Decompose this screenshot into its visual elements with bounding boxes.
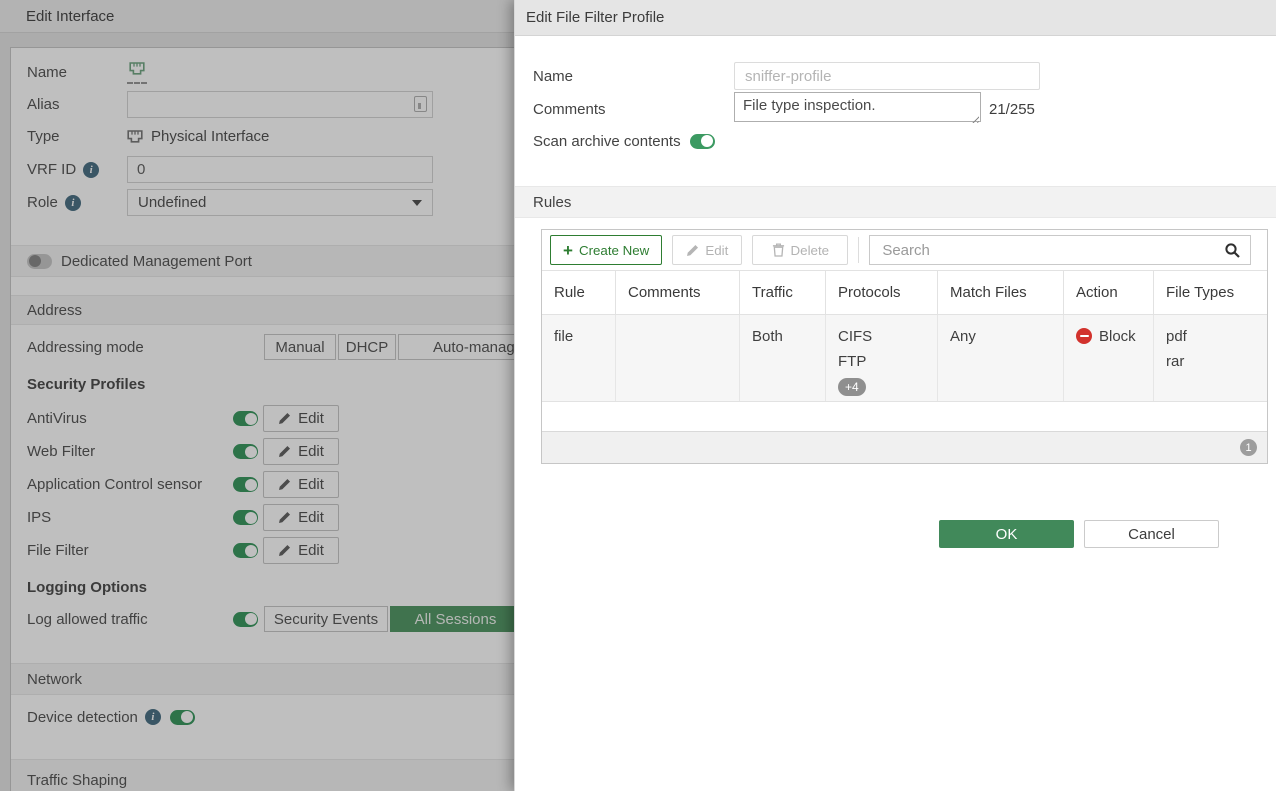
edit-button[interactable]: Edit xyxy=(672,235,742,265)
cell-action: Block xyxy=(1064,315,1154,401)
profile-name-row: Name xyxy=(533,62,1276,90)
col-header-comments[interactable]: Comments xyxy=(616,271,740,314)
cell-match-files: Any xyxy=(938,315,1064,401)
create-new-button[interactable]: Create New xyxy=(550,235,662,265)
col-header-traffic[interactable]: Traffic xyxy=(740,271,826,314)
cell-traffic: Both xyxy=(740,315,826,401)
scan-archive-row: Scan archive contents xyxy=(533,127,1276,155)
cell-protocols: CIFS FTP +4 xyxy=(826,315,938,401)
toolbar-divider xyxy=(858,237,859,263)
block-icon xyxy=(1076,328,1092,344)
file-type-item: pdf xyxy=(1166,324,1255,349)
delete-label: Delete xyxy=(791,243,830,258)
rules-heading: Rules xyxy=(533,194,571,211)
rules-toolbar: Create New Edit Delete xyxy=(542,230,1267,270)
screen: Edit Interface Name Alias Type Physical … xyxy=(0,0,1276,791)
cell-comments xyxy=(616,315,740,401)
col-header-action[interactable]: Action xyxy=(1064,271,1154,314)
pencil-icon xyxy=(686,244,699,257)
scan-archive-label: Scan archive contents xyxy=(533,133,681,150)
rules-section-band: Rules xyxy=(515,186,1276,218)
col-header-match-files[interactable]: Match Files xyxy=(938,271,1064,314)
table-row[interactable]: file Both CIFS FTP +4 Any Block pdf xyxy=(542,315,1267,402)
modal-title: Edit File Filter Profile xyxy=(526,9,664,26)
search-input[interactable] xyxy=(870,242,1250,259)
modal-header: Edit File Filter Profile xyxy=(515,0,1276,36)
col-header-rule[interactable]: Rule xyxy=(542,271,616,314)
create-new-label: Create New xyxy=(579,243,649,258)
search-box xyxy=(869,235,1251,265)
cell-rule: file xyxy=(542,315,616,401)
search-icon[interactable] xyxy=(1224,242,1241,259)
comments-textarea[interactable]: File type inspection. xyxy=(734,92,981,122)
cancel-button[interactable]: Cancel xyxy=(1084,520,1219,548)
table-empty-row xyxy=(542,402,1267,431)
col-header-protocols[interactable]: Protocols xyxy=(826,271,938,314)
comments-row: Comments File type inspection. 21/255 xyxy=(533,94,1276,124)
profile-name-label: Name xyxy=(533,68,573,85)
edit-label: Edit xyxy=(705,243,728,258)
table-header-row: Rule Comments Traffic Protocols Match Fi… xyxy=(542,270,1267,315)
protocol-item: FTP xyxy=(838,349,925,374)
col-header-file-types[interactable]: File Types xyxy=(1154,271,1267,314)
trash-icon xyxy=(772,243,785,257)
pagination-page-badge[interactable]: 1 xyxy=(1240,439,1257,456)
edit-file-filter-modal: Edit File Filter Profile Name Comments F… xyxy=(514,0,1276,791)
ok-button[interactable]: OK xyxy=(939,520,1074,548)
profile-name-input[interactable] xyxy=(734,62,1040,90)
file-type-item: rar xyxy=(1166,349,1255,374)
comments-counter: 21/255 xyxy=(989,94,1035,124)
protocol-item: CIFS xyxy=(838,324,925,349)
comments-label: Comments xyxy=(533,101,606,118)
cell-file-types: pdf rar xyxy=(1154,315,1267,401)
table-footer: 1 xyxy=(542,431,1267,463)
scan-archive-toggle[interactable] xyxy=(690,134,715,149)
delete-button[interactable]: Delete xyxy=(752,235,848,265)
action-label: Block xyxy=(1099,324,1136,349)
protocols-overflow-badge: +4 xyxy=(838,378,866,396)
plus-icon xyxy=(563,242,573,259)
rules-table: Create New Edit Delete Rule Comme xyxy=(541,229,1268,464)
